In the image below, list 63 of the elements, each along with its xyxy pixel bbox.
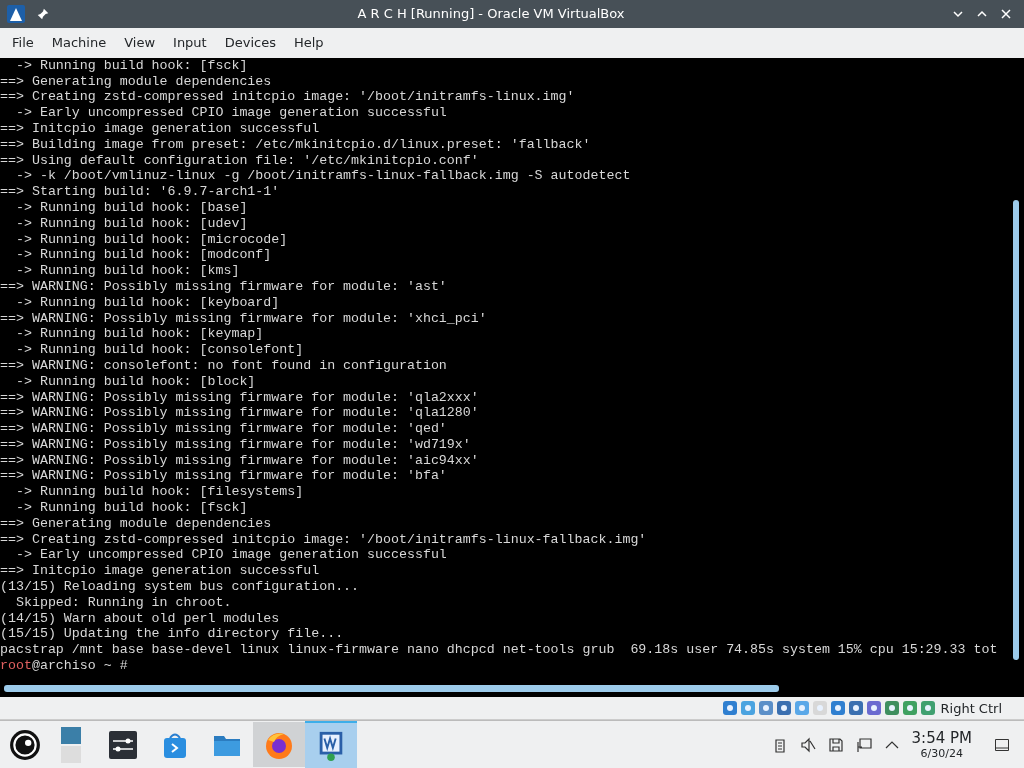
terminal-line: ==> WARNING: Possibly missing firmware for module: 'wd719x' [0, 436, 472, 453]
launcher-icon[interactable] [9, 728, 41, 761]
terminal-line: ==> Creating zstd-compressed initcpio image: '/boot/initramfs-linux-fallback.img' [0, 531, 648, 548]
virtualbox-task[interactable] [305, 721, 357, 768]
terminal-line: (14/15) Warn about old perl modules [0, 610, 281, 627]
terminal-line: ==> WARNING: consolefont: no font found in configuration [0, 357, 448, 374]
terminal-line: -> Running build hook: [fsck] [14, 57, 249, 74]
terminal-line: Skipped: Running in chroot. [14, 594, 233, 611]
terminal-line: ==> WARNING: Possibly missing firmware for module: 'bfa' [0, 468, 448, 485]
terminal-line: -> Running build hook: [udev] [14, 215, 249, 232]
muted-speaker-icon[interactable] [799, 736, 816, 753]
terminal-line: ==> Initcpio image generation successful [0, 120, 321, 137]
clock-date[interactable]: 6/30/24 [920, 746, 963, 760]
terminal-line: -> Running build hook: [modconf] [14, 247, 273, 264]
terminal-line: (13/15) Reloading system bus configuration... [0, 579, 361, 595]
menu-item[interactable]: Input [164, 35, 216, 51]
prompt-user: root [0, 658, 32, 674]
window-title: A R C H [Running] - Oracle VM VirtualBox [356, 6, 626, 22]
menu-item[interactable]: File [3, 35, 43, 51]
desktop-pager-icon [59, 726, 83, 763]
terminal-line: ==> Building image from preset: /etc/mkinitcpio.d/linux.preset: 'fallback' [0, 136, 592, 153]
terminal-line: ==> Using default configuration file: '/etc/mkinitcpio.conf' [0, 152, 480, 169]
host-key-label: Right Ctrl [940, 700, 1002, 716]
terminal-line: ==> Starting build: '6.9.7-arch1-1' [0, 184, 281, 200]
show-desktop-icon[interactable] [994, 736, 1010, 753]
close-icon[interactable] [1000, 7, 1012, 20]
terminal-line: ==> Generating module dependencies [0, 73, 273, 90]
clock-time[interactable]: 3:54 PM [911, 729, 972, 747]
terminal-line: -> Early uncompressed CPIO image generation successful [14, 105, 448, 121]
terminal-line: -> Running build hook: [base] [14, 199, 249, 216]
terminal-line: -> Running build hook: [block] [14, 373, 257, 390]
terminal-line: ==> WARNING: Possibly missing firmware for module: 'qla1280' [0, 405, 480, 422]
terminal-line: pacstrap /mnt base base-devel linux linux-firmware nano dhcpcd net-tools grub 69.18s user 74.85s system 15% cpu 15:29.33 tot [0, 642, 999, 659]
terminal-line: -> Early uncompressed CPIO image generation successful [14, 547, 448, 564]
menu-item[interactable]: Devices [215, 35, 285, 51]
floppy-icon[interactable] [827, 736, 844, 753]
terminal-line: -> Running build hook: [fsck] [14, 500, 249, 516]
menu-item[interactable]: View [115, 35, 165, 51]
terminal-line: -> Running build hook: [consolefont] [14, 342, 305, 358]
scrollbar-thumb[interactable] [4, 684, 779, 692]
scrollbar-thumb[interactable] [1013, 199, 1019, 660]
terminal-line: -> Running build hook: [microcode] [14, 231, 289, 248]
terminal-line: -> Running build hook: [keymap] [14, 326, 265, 343]
terminal-line: -> Running build hook: [filesystems] [14, 484, 305, 501]
terminal-line: ==> Generating module dependencies [0, 515, 273, 532]
terminal-line: ==> Initcpio image generation successful [0, 563, 321, 580]
terminal-line: ==> WARNING: Possibly missing firmware for module: 'qla2xxx' [0, 389, 480, 406]
menu-item[interactable]: Help [284, 35, 333, 51]
terminal-line: (15/15) Updating the info directory file... [0, 626, 345, 643]
terminal-line: -> Running build hook: [keyboard] [14, 294, 281, 311]
terminal-line: ==> WARNING: Possibly missing firmware for module: 'aic94xx' [0, 452, 480, 469]
terminal-line: ==> WARNING: Possibly missing firmware for module: 'ast' [0, 278, 448, 295]
terminal-line: ==> WARNING: Possibly missing firmware for module: 'xhci_pci' [0, 310, 488, 327]
prompt-text: @archiso ~ # [31, 658, 128, 674]
pin-icon[interactable] [36, 6, 50, 21]
terminal-line: ==> WARNING: Possibly missing firmware for module: 'qed' [0, 421, 448, 437]
menu-item[interactable]: Machine [42, 35, 116, 51]
terminal-line: ==> Creating zstd-compressed initcpio image: '/boot/initramfs-linux.img' [0, 89, 576, 106]
terminal-line: -> -k /boot/vmlinuz-linux -g /boot/initramfs-linux-fallback.img -S autodetect [14, 168, 632, 185]
app-logo-icon [6, 3, 26, 24]
firefox-task[interactable] [253, 722, 305, 767]
terminal-line: -> Running build hook: [kms] [14, 263, 241, 279]
sliders-icon [108, 728, 138, 761]
